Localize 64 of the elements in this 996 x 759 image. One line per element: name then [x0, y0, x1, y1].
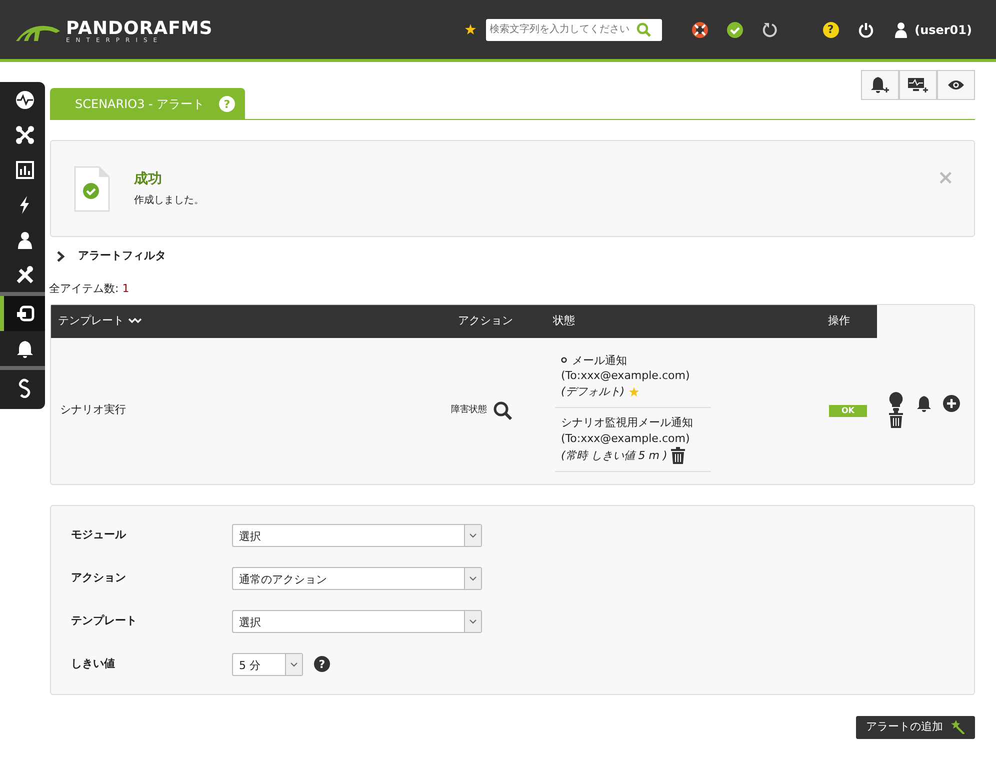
sidebar-item[interactable] [0, 296, 45, 331]
add-alert-button[interactable]: アラートの追加 [856, 716, 975, 738]
monitor-plus-icon [907, 77, 929, 93]
refresh-icon[interactable] [762, 22, 778, 38]
message-title: 成功 [134, 170, 163, 189]
caret-icon [469, 532, 477, 538]
success-document-icon [74, 166, 110, 212]
add-icon[interactable] [943, 395, 960, 412]
trash-icon[interactable] [889, 411, 903, 428]
username[interactable]: (user01) [914, 20, 972, 38]
action-address: (To:xxx@example.com) [561, 368, 691, 384]
search-field[interactable]: 検索文字列を入力してください [486, 18, 662, 40]
magic-wand-icon [951, 720, 965, 734]
add-alert-button[interactable] [861, 70, 899, 100]
dropdown-field[interactable]: 選択 [232, 524, 482, 546]
activity-icon [14, 90, 34, 110]
caret-icon [290, 662, 298, 666]
dropdown-field[interactable]: 通常のアクション [232, 566, 482, 590]
threshold-select[interactable]: 5 分 [232, 652, 303, 676]
total-count: 1 [122, 282, 130, 295]
column-header[interactable]: テンプレート [58, 312, 124, 330]
message-text: 作成しました。 [134, 194, 204, 208]
field-label: アクション [71, 570, 126, 584]
filter-toggle[interactable]: アラートフィルタ [50, 249, 975, 263]
caret-icon [469, 618, 477, 624]
power-icon[interactable] [858, 22, 874, 38]
field-label: テンプレート [71, 614, 137, 627]
bell-icon[interactable] [917, 395, 931, 412]
bell-icon [14, 338, 34, 358]
chevron-icon [57, 250, 65, 262]
bell-plus-icon [870, 76, 890, 94]
eye-icon [947, 79, 965, 91]
action-address: (To:xxx@example.com) [561, 431, 691, 448]
view-button[interactable] [937, 70, 975, 100]
network-icon [14, 124, 34, 144]
sort-icon[interactable] [128, 318, 142, 324]
action-name: シナリオ監視用メール通知 [561, 415, 693, 432]
help-icon[interactable]: ? [314, 656, 330, 672]
check-icon[interactable] [726, 22, 743, 38]
search-icon[interactable] [493, 400, 513, 420]
field-label: しきい値 [71, 656, 115, 670]
dropdown-field[interactable]: 選択 [232, 610, 482, 632]
add-monitor-button[interactable] [899, 70, 937, 100]
user-icon[interactable] [894, 22, 907, 38]
star-icon [628, 387, 639, 398]
action-name: メール通知 [572, 352, 627, 368]
star-icon[interactable] [464, 24, 476, 35]
lightbulb-icon[interactable] [889, 392, 903, 412]
caret-icon [469, 576, 477, 580]
table-cell-text: 障害状態 [451, 404, 487, 417]
action-note: (デフォルト) [561, 384, 625, 400]
field-label: モジュール [71, 528, 126, 541]
logo-text: PANDORAFMS [66, 20, 213, 38]
total-label: 全アイテム数: [49, 282, 119, 295]
help-icon[interactable]: ? [822, 22, 839, 38]
status-badge: OK [829, 404, 867, 416]
tools-icon [14, 264, 34, 284]
monitor-icon [14, 304, 34, 324]
action-note: (常時 しきい値 5 m ) [561, 448, 668, 464]
column-header[interactable]: 状態 [553, 312, 575, 330]
trash-icon[interactable] [671, 447, 686, 464]
table-cell-text: シナリオ実行 [60, 402, 126, 418]
life-ring-icon[interactable] [692, 22, 708, 38]
chart-icon [14, 160, 34, 180]
